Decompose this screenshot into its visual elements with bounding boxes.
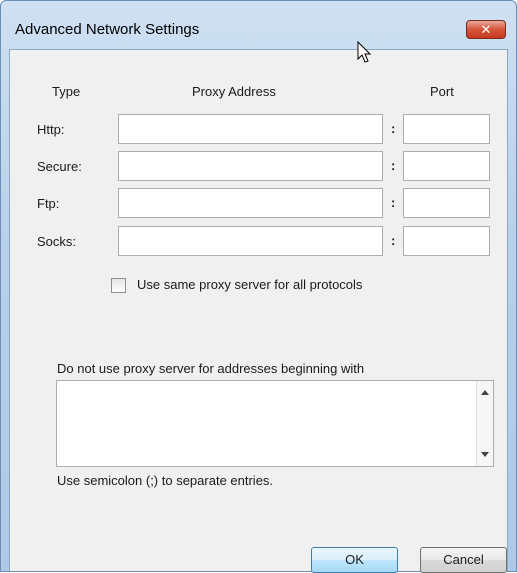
mouse-pointer-icon [357, 41, 372, 63]
column-header-port: Port [430, 84, 454, 99]
ftp-port-input[interactable] [403, 188, 490, 218]
column-header-type: Type [52, 84, 81, 99]
secure-port-input[interactable] [403, 151, 490, 181]
scroll-up-arrow-icon[interactable] [481, 390, 489, 395]
exclusions-textarea[interactable] [56, 380, 494, 467]
title-bar[interactable]: Advanced Network Settings ✕ [1, 1, 516, 39]
secure-label: Secure: [37, 159, 82, 174]
close-button[interactable]: ✕ [466, 20, 506, 39]
ftp-proxy-address-input[interactable] [118, 188, 383, 218]
secure-separator: : [391, 158, 396, 173]
exclusions-hint: Use semicolon (;) to separate entries. [57, 473, 274, 488]
ftp-separator: : [391, 195, 396, 210]
vertical-scrollbar[interactable] [476, 381, 493, 466]
secure-proxy-address-input[interactable] [118, 151, 383, 181]
socks-port-input[interactable] [403, 226, 490, 256]
exclusions-label: Do not use proxy server for addresses be… [57, 361, 365, 376]
window-title: Advanced Network Settings [15, 21, 200, 38]
http-port-input[interactable] [403, 114, 490, 144]
http-separator: : [391, 121, 396, 136]
scroll-down-arrow-icon[interactable] [481, 452, 489, 457]
socks-label: Socks: [37, 234, 77, 249]
same-proxy-label[interactable]: Use same proxy server for all protocols [137, 277, 362, 292]
socks-proxy-address-input[interactable] [118, 226, 383, 256]
ok-button[interactable]: OK [311, 547, 398, 573]
dialog-body: Type Proxy Address Port Http: : Secure: … [9, 49, 508, 573]
dialog-window: Advanced Network Settings ✕ Type Proxy A… [0, 0, 517, 573]
ftp-label: Ftp: [37, 196, 60, 211]
http-label: Http: [37, 122, 65, 137]
socks-separator: : [391, 233, 396, 248]
close-icon: ✕ [480, 21, 492, 37]
http-proxy-address-input[interactable] [118, 114, 383, 144]
column-header-proxy-address: Proxy Address [192, 84, 276, 99]
cancel-button[interactable]: Cancel [420, 547, 507, 573]
same-proxy-checkbox[interactable] [111, 278, 126, 293]
